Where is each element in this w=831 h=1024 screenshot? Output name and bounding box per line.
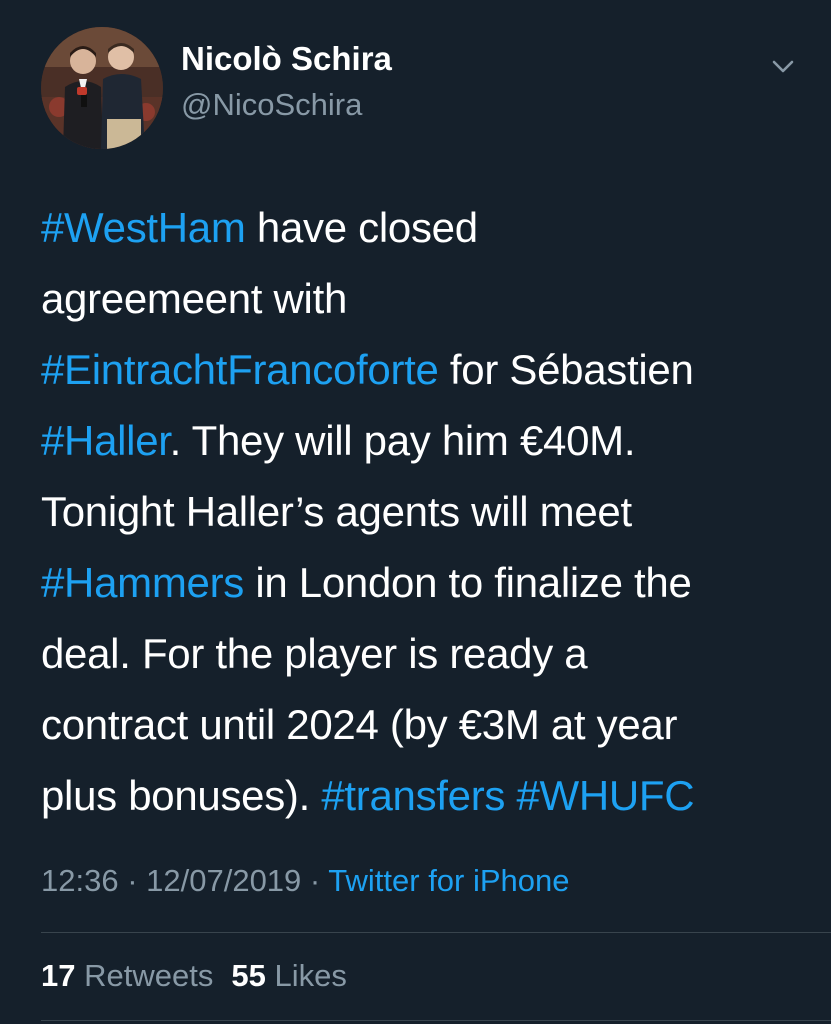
- tweet-text-line: agreemeent with: [41, 263, 801, 334]
- display-name[interactable]: Nicolò Schira: [181, 42, 392, 75]
- avatar[interactable]: [41, 27, 163, 149]
- hashtag-link[interactable]: #WestHam: [41, 204, 246, 251]
- tweet-text: #WestHam have closed agreemeent with #Eint…: [41, 192, 801, 831]
- retweets-stat[interactable]: 17 Retweets: [41, 958, 213, 993]
- retweet-label: Retweets: [84, 958, 214, 993]
- avatar-photo: [41, 27, 163, 149]
- tweet-text-line: Tonight Haller’s agents will meet: [41, 476, 801, 547]
- hashtag-link[interactable]: #Haller: [41, 417, 170, 464]
- likes-stat[interactable]: 55 Likes: [231, 958, 346, 993]
- tweet-text-line: #Hammers in London to finalize the: [41, 547, 801, 618]
- tweet-text-segment: in London to finalize the: [243, 559, 692, 606]
- retweet-count: 17: [41, 958, 76, 993]
- chevron-down-icon[interactable]: [766, 56, 800, 78]
- tweet-text-segment: Tonight Haller’s agents will meet: [41, 488, 632, 535]
- user-handle[interactable]: @NicoSchira: [181, 89, 362, 120]
- meta-separator: ·: [118, 863, 147, 898]
- tweet-text-segment: contract until 2024 (by €3M at year: [41, 701, 678, 748]
- divider: [41, 932, 831, 933]
- tweet-text-segment: . They will pay him €40M.: [169, 417, 636, 464]
- hashtag-link[interactable]: #Hammers: [41, 559, 244, 606]
- hashtag-link[interactable]: #transfers: [321, 772, 505, 819]
- like-label: Likes: [274, 958, 347, 993]
- tweet-date: 12/07/2019: [146, 863, 302, 898]
- tweet-text-segment: deal. For the player is ready a: [41, 630, 588, 677]
- tweet-detail: Nicolò Schira @NicoSchira #WestHam have …: [0, 0, 831, 1024]
- like-count: 55: [231, 958, 266, 993]
- tweet-text-line: #Haller. They will pay him €40M.: [41, 405, 801, 476]
- tweet-text-line: deal. For the player is ready a: [41, 618, 801, 689]
- tweet-text-line: contract until 2024 (by €3M at year: [41, 689, 801, 760]
- tweet-text-segment: agreemeent with: [41, 275, 348, 322]
- hashtag-link[interactable]: #EintrachtFrancoforte: [41, 346, 439, 393]
- tweet-time: 12:36: [41, 863, 119, 898]
- tweet-text-segment: have closed: [245, 204, 478, 251]
- meta-separator: ·: [301, 863, 329, 898]
- tweet-text-line: #WestHam have closed: [41, 192, 801, 263]
- tweet-text-segment: for Sébastien: [438, 346, 694, 393]
- hashtag-link[interactable]: #WHUFC: [516, 772, 694, 819]
- tweet-source-link[interactable]: Twitter for iPhone: [328, 863, 569, 898]
- divider: [41, 1020, 831, 1021]
- tweet-text-segment: plus bonuses).: [41, 772, 322, 819]
- tweet-text-line: plus bonuses). #transfers #WHUFC: [41, 760, 801, 831]
- tweet-text-line: #EintrachtFrancoforte for Sébastien: [41, 334, 801, 405]
- tweet-meta: 12:36 · 12/07/2019 · Twitter for iPhone: [41, 865, 570, 896]
- tweet-stats: 17 Retweets 55 Likes: [41, 960, 347, 991]
- tweet-text-segment: [505, 772, 516, 819]
